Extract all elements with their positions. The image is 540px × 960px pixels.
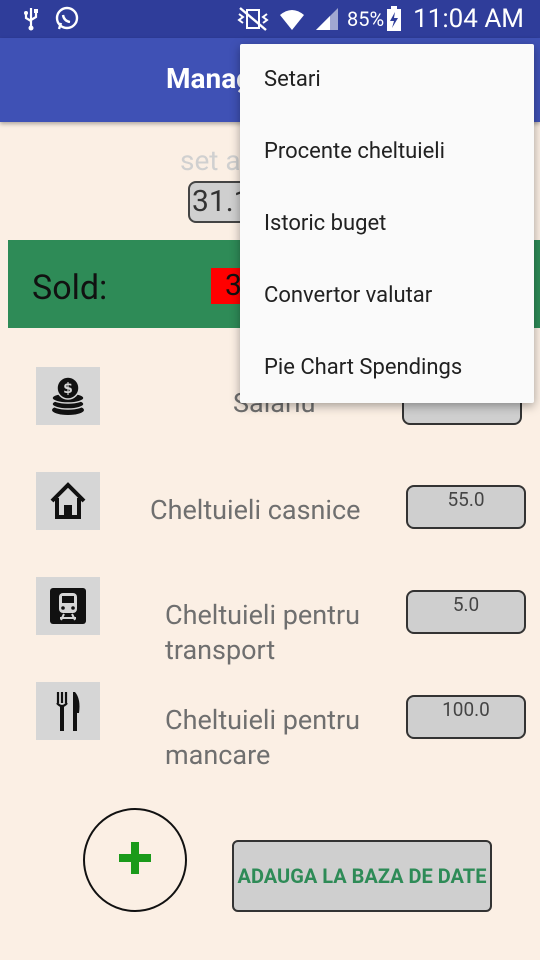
train-icon[interactable]: [36, 577, 100, 635]
category-label-household: Cheltuieli casnice: [150, 494, 361, 526]
category-label-food-text: Cheltuieli pentru mancare: [165, 704, 361, 771]
menu-item-budget-history[interactable]: Istoric buget: [240, 188, 534, 260]
balance-label: Sold:: [32, 268, 108, 308]
overflow-menu: Setari Procente cheltuieli Istoric buget…: [240, 44, 534, 403]
svg-text:$: $: [63, 381, 73, 397]
plus-icon: [117, 840, 153, 880]
add-to-database-button[interactable]: ADAUGA LA BAZA DE DATE: [232, 840, 492, 912]
category-label-transport: Cheltuieli pentru transport: [165, 598, 395, 668]
battery-charging-icon: [386, 6, 402, 36]
clock: 11:04 AM: [413, 4, 524, 34]
coins-icon[interactable]: $: [36, 367, 100, 425]
whatsapp-icon: [54, 6, 80, 36]
amount-field-transport[interactable]: 5.0: [406, 590, 526, 634]
add-category-button[interactable]: [83, 808, 187, 912]
usb-icon: [20, 6, 42, 36]
signal-icon: [314, 6, 340, 36]
menu-item-currency-converter[interactable]: Convertor valutar: [240, 260, 534, 332]
menu-item-settings[interactable]: Setari: [240, 44, 534, 116]
fork-knife-icon[interactable]: [36, 682, 100, 740]
menu-item-pie-chart[interactable]: Pie Chart Spendings: [240, 332, 534, 404]
category-label-transport-text: Cheltuieli pentru transport: [165, 599, 361, 666]
date-label: set a: [180, 144, 241, 177]
menu-item-spending-percentages[interactable]: Procente cheltuieli: [240, 116, 534, 188]
amount-field-household[interactable]: 55.0: [406, 485, 526, 529]
amount-field-food[interactable]: 100.0: [406, 695, 526, 739]
status-bar: 85% 11:04 AM: [0, 0, 540, 38]
home-icon[interactable]: [36, 472, 100, 530]
category-label-food: Cheltuieli pentru mancare: [165, 703, 395, 773]
battery-percent: 85%: [347, 7, 385, 31]
wifi-icon: [278, 6, 306, 36]
mute-vibrate-icon: [236, 6, 270, 36]
